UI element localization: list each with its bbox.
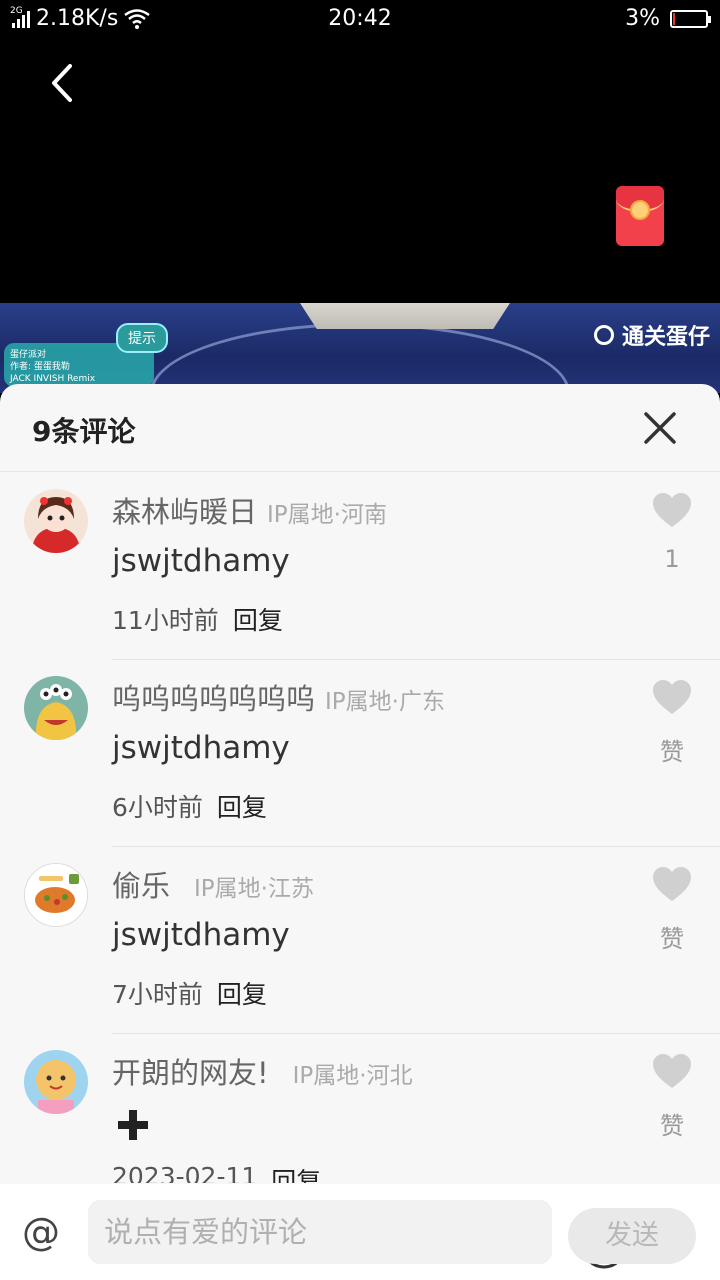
comment-author[interactable]: 呜呜呜呜呜呜呜: [112, 676, 315, 718]
comment-input[interactable]: [88, 1200, 468, 1264]
red-packet-icon[interactable]: [616, 186, 664, 246]
battery-icon: [670, 9, 711, 28]
avatar[interactable]: [24, 863, 88, 927]
like-label: 赞: [660, 1112, 684, 1140]
comment-text: jswjtdhamy: [112, 917, 290, 953]
comment-ip: IP属地·江苏: [194, 876, 314, 902]
avatar[interactable]: [24, 489, 88, 553]
reply-button[interactable]: 回复: [217, 788, 267, 824]
comment-ip: IP属地·河南: [267, 502, 387, 528]
like-label: 赞: [660, 738, 684, 766]
avatar[interactable]: [24, 1050, 88, 1114]
reply-button[interactable]: 回复: [233, 601, 283, 637]
video-hint-text: 蛋仔派对 作者: 蛋蛋我勒 JACK INVISH Remix: [10, 350, 96, 384]
stopwatch-icon: [593, 325, 614, 345]
comment-time: 2023-02-11: [112, 1162, 258, 1183]
like-button[interactable]: 赞: [648, 1054, 696, 1141]
comment-author[interactable]: 森林屿暖日: [112, 489, 257, 531]
comment-item: 偷乐 IP属地·江苏 jswjtdhamy 7小时前 回复 赞: [0, 847, 720, 1034]
chevron-left-icon: [52, 64, 72, 102]
avatar[interactable]: [24, 676, 88, 740]
like-label: 赞: [660, 925, 684, 953]
comment-author[interactable]: 偷乐: [112, 863, 170, 905]
battery-fill: [673, 12, 675, 25]
comment-item: 呜呜呜呜呜呜呜 IP属地·广东 jswjtdhamy 6小时前 回复 赞: [0, 660, 720, 847]
plus-emoji-icon: [118, 1110, 148, 1140]
heart-icon: [653, 493, 691, 527]
like-button[interactable]: 赞: [648, 680, 696, 767]
comment-time: 11小时前: [112, 606, 219, 635]
heart-icon: [653, 1054, 691, 1088]
clear-badge: 通关蛋仔: [584, 317, 720, 353]
like-button[interactable]: 赞: [648, 867, 696, 954]
comment-input-box[interactable]: [88, 1200, 627, 1269]
send-button[interactable]: 发送: [568, 1208, 696, 1264]
comment-ip: IP属地·河北: [292, 1063, 413, 1089]
close-button[interactable]: [640, 408, 680, 448]
comments-header: 9条评论: [0, 384, 720, 472]
like-count: 1: [664, 545, 680, 573]
heart-icon: [653, 680, 691, 714]
video-hint-label: 提示: [116, 323, 168, 353]
like-button[interactable]: 1: [648, 493, 696, 573]
comments-title: 9条评论: [32, 415, 136, 448]
close-icon: [644, 412, 676, 444]
comment-time: 6小时前: [112, 793, 203, 822]
coin-icon: [630, 200, 650, 220]
status-right: 3%: [625, 6, 711, 31]
battery-percent: 3%: [625, 6, 660, 31]
reply-button[interactable]: 回复: [271, 1162, 321, 1183]
comments-sheet: 9条评论 森林屿暖日 IP属地·河南 jswjtdhamy 11小时前 回复 1…: [0, 384, 720, 1280]
video-frame[interactable]: 蛋仔派对 作者: 蛋蛋我勒 JACK INVISH Remix 提示 通关蛋仔: [0, 303, 720, 393]
mention-button[interactable]: @: [22, 1210, 60, 1254]
comment-item: 森林屿暖日 IP属地·河南 jswjtdhamy 11小时前 回复 1: [0, 473, 720, 660]
reply-button[interactable]: 回复: [217, 975, 267, 1011]
comment-list[interactable]: 森林屿暖日 IP属地·河南 jswjtdhamy 11小时前 回复 1 呜呜呜呜…: [0, 473, 720, 1183]
status-bar: 2G 2.18K/s 20:42 3%: [0, 0, 720, 40]
comment-text: jswjtdhamy: [112, 543, 290, 579]
comment-item: 开朗的网友! IP属地·河北 2023-02-11 回复 赞: [0, 1034, 720, 1183]
clock: 20:42: [328, 6, 392, 31]
comment-ip: IP属地·广东: [325, 689, 445, 715]
back-button[interactable]: [40, 60, 86, 106]
comment-time: 7小时前: [112, 980, 203, 1009]
comment-author[interactable]: 开朗的网友!: [112, 1050, 269, 1092]
comment-input-bar: @ 发送: [0, 1184, 720, 1280]
clear-badge-text: 通关蛋仔: [621, 325, 710, 350]
comment-text: jswjtdhamy: [112, 730, 290, 766]
heart-icon: [653, 867, 691, 901]
